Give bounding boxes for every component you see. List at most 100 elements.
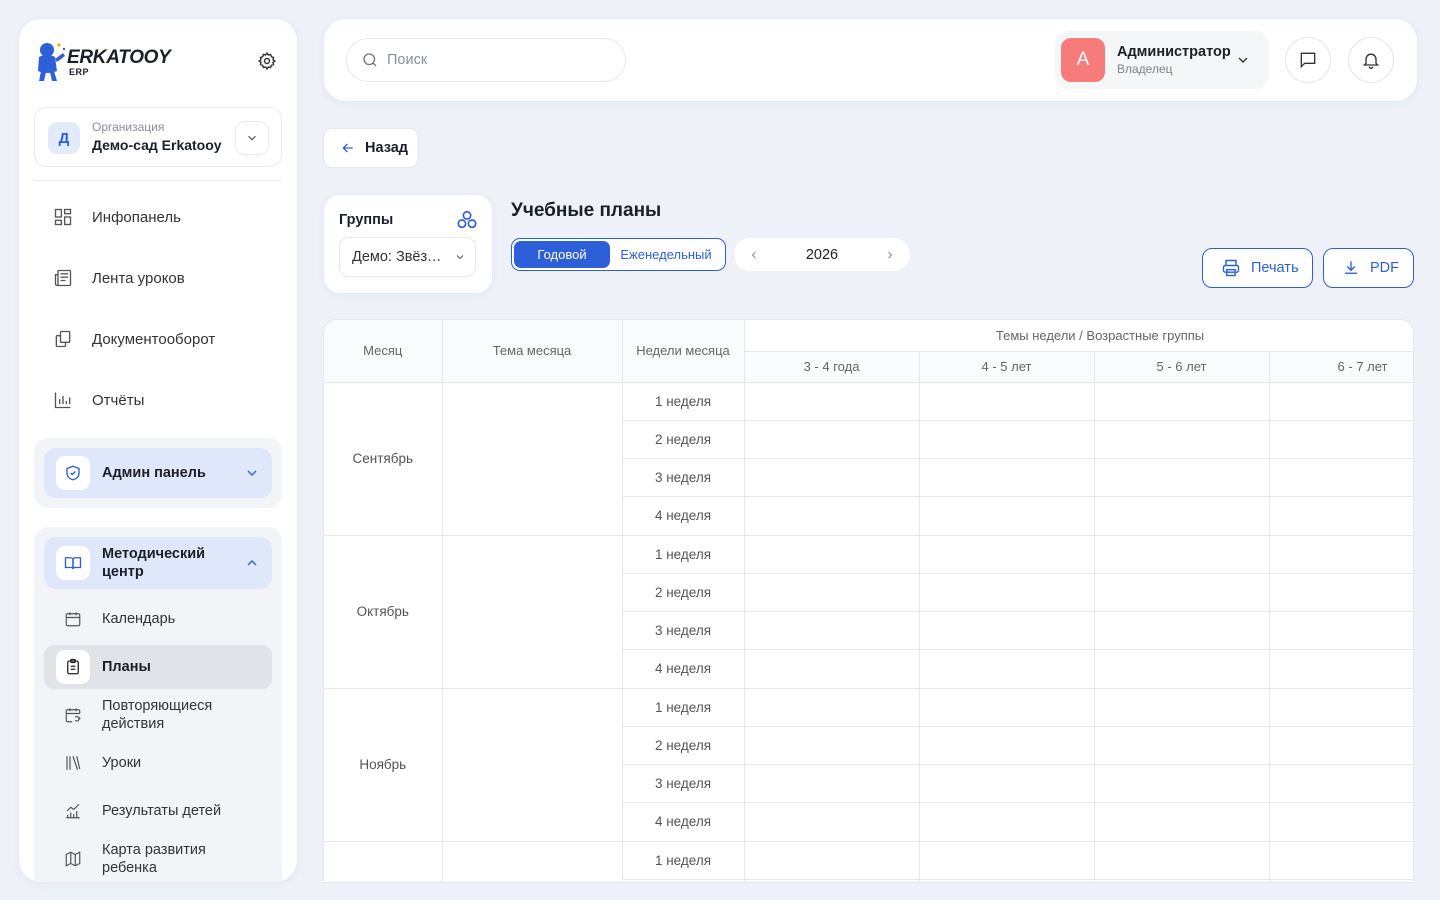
plan-cell[interactable] [1268, 840, 1413, 880]
user-menu[interactable]: А Администратор Владелец [1055, 31, 1269, 89]
week-cell: 1 неделя [621, 840, 745, 880]
next-year-button[interactable] [870, 238, 910, 271]
books-icon [56, 746, 90, 780]
sidebar-item-child-results[interactable]: Результаты детей [44, 789, 272, 833]
plan-cell[interactable] [1268, 878, 1413, 882]
plan-cell[interactable] [743, 878, 920, 882]
plan-cell[interactable] [743, 687, 920, 727]
search-box[interactable] [346, 38, 626, 82]
admin-panel-toggle[interactable]: Админ панель [44, 448, 272, 498]
plan-cell[interactable] [1093, 610, 1270, 651]
plan-cell[interactable] [1093, 496, 1270, 536]
sidebar-item-recurring-actions[interactable]: Повторяющиеся действия [44, 693, 272, 737]
month-theme-cell[interactable] [441, 534, 623, 689]
back-button[interactable]: Назад [323, 128, 419, 168]
sidebar-item-reports[interactable]: Отчёты [44, 380, 274, 420]
download-icon [1342, 259, 1360, 277]
pdf-button[interactable]: PDF [1323, 248, 1414, 288]
month-theme-cell[interactable] [441, 840, 623, 882]
plan-cell[interactable] [918, 649, 1095, 689]
view-mode-weekly[interactable]: Еженедельный [610, 241, 722, 268]
plan-cell[interactable] [918, 763, 1095, 804]
brand-logo[interactable]: ERKATOOY ERP [33, 39, 283, 85]
notifications-button[interactable] [1348, 37, 1394, 83]
settings-button[interactable] [256, 50, 278, 72]
week-cell: 2 неделя [622, 725, 745, 766]
plan-cell[interactable] [1093, 763, 1270, 804]
plan-cell[interactable] [1268, 610, 1413, 651]
plan-cell[interactable] [1268, 457, 1413, 498]
plan-cell[interactable] [918, 572, 1095, 613]
plan-cell[interactable] [1093, 878, 1270, 882]
plan-cell[interactable] [1093, 381, 1270, 421]
plan-cell[interactable] [1093, 725, 1270, 766]
plan-cell[interactable] [743, 572, 920, 613]
plan-cell[interactable] [1093, 840, 1270, 880]
plan-cell[interactable] [1093, 572, 1270, 613]
plan-cell[interactable] [918, 687, 1095, 727]
plan-cell[interactable] [1093, 457, 1270, 498]
plan-cell[interactable] [1093, 419, 1270, 460]
plan-cell[interactable] [918, 610, 1095, 651]
search-icon [361, 51, 379, 69]
plan-cell[interactable] [1268, 419, 1413, 460]
plan-cell[interactable] [743, 419, 920, 460]
organization-card[interactable]: Д Организация Демо-сад Erkatooy [34, 107, 282, 167]
plan-cell[interactable] [918, 840, 1095, 880]
view-mode-yearly[interactable]: Годовой [514, 241, 610, 268]
sidebar-item-lessons-feed[interactable]: Лента уроков [44, 258, 274, 298]
plan-cell[interactable] [1268, 763, 1413, 804]
plan-cell[interactable] [1093, 687, 1270, 727]
book-icon [56, 546, 90, 580]
plan-cell[interactable] [743, 763, 920, 804]
plan-cell[interactable] [918, 878, 1095, 882]
plan-cell[interactable] [1093, 649, 1270, 689]
plan-cell[interactable] [918, 496, 1095, 536]
plan-cell[interactable] [918, 802, 1095, 842]
plan-cell[interactable] [1268, 381, 1413, 421]
plan-cell[interactable] [743, 496, 920, 536]
plan-cell[interactable] [918, 381, 1095, 421]
org-switch-button[interactable] [235, 121, 269, 155]
sidebar-item-plans[interactable]: Планы [44, 645, 272, 689]
sidebar-item-documents[interactable]: Документооборот [44, 319, 274, 359]
messages-button[interactable] [1285, 37, 1331, 83]
plan-cell[interactable] [743, 534, 920, 574]
plan-cell[interactable] [1268, 802, 1413, 842]
prev-year-button[interactable] [734, 238, 774, 271]
plan-cell[interactable] [743, 610, 920, 651]
sidebar-item-calendar[interactable]: Календарь [44, 597, 272, 641]
week-cell: 4 неделя [622, 649, 745, 689]
search-input[interactable] [387, 52, 607, 68]
plan-cell[interactable] [743, 802, 920, 842]
sidebar-item-label: Повторяющиеся действия [102, 698, 213, 732]
sidebar-item-label: Планы [102, 659, 151, 675]
group-select[interactable]: Демо: Звёздочки [339, 237, 476, 277]
plan-cell[interactable] [1093, 802, 1270, 842]
plan-cell[interactable] [918, 534, 1095, 574]
month-theme-cell[interactable] [441, 687, 623, 842]
sidebar-item-label: Лента уроков [92, 269, 185, 287]
method-center-toggle[interactable]: Методический центр [44, 537, 272, 589]
sidebar-item-lessons[interactable]: Уроки [44, 741, 272, 785]
plan-cell[interactable] [743, 381, 920, 421]
sidebar-item-dashboard[interactable]: Инфопанель [44, 197, 274, 237]
plan-cell[interactable] [743, 649, 920, 689]
print-button[interactable]: Печать [1202, 248, 1313, 288]
sidebar-item-development-map[interactable]: Карта развития ребенка [44, 837, 272, 881]
plan-cell[interactable] [918, 725, 1095, 766]
plan-cell[interactable] [1268, 534, 1413, 574]
plan-cell[interactable] [918, 457, 1095, 498]
plan-cell[interactable] [1268, 649, 1413, 689]
plan-cell[interactable] [1268, 687, 1413, 727]
month-theme-cell[interactable] [441, 381, 623, 536]
plan-cell[interactable] [1268, 725, 1413, 766]
plan-cell[interactable] [1268, 496, 1413, 536]
repeat-calendar-icon [56, 698, 90, 732]
plan-cell[interactable] [1268, 572, 1413, 613]
plan-cell[interactable] [743, 457, 920, 498]
plan-cell[interactable] [918, 419, 1095, 460]
plan-cell[interactable] [743, 840, 920, 880]
plan-cell[interactable] [1093, 534, 1270, 574]
plan-cell[interactable] [743, 725, 920, 766]
